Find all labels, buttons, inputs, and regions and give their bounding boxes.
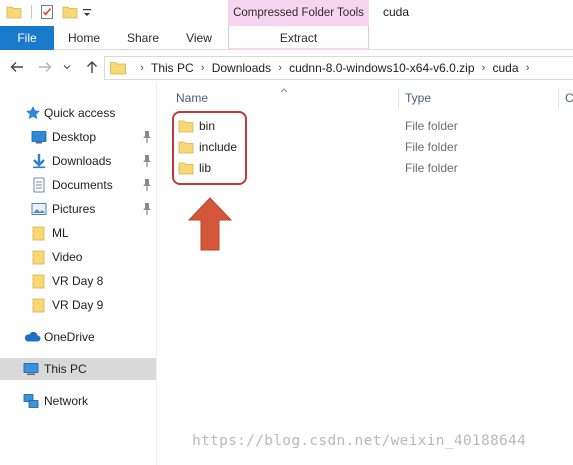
up-arrow-annotation-icon bbox=[187, 196, 233, 252]
window-title: cuda bbox=[383, 5, 410, 19]
download-arrow-icon bbox=[31, 153, 47, 169]
pictures-icon bbox=[31, 201, 47, 217]
nav-network[interactable]: Network bbox=[0, 390, 156, 412]
column-divider[interactable] bbox=[558, 87, 559, 109]
highlight-box bbox=[172, 111, 247, 185]
file-type: File folder bbox=[405, 140, 458, 154]
breadcrumb-chevron-icon[interactable]: › bbox=[133, 62, 151, 74]
breadcrumb-cuda[interactable]: cuda bbox=[493, 61, 519, 75]
nav-item-vr-day-8[interactable]: VR Day 8 bbox=[0, 270, 156, 292]
nav-label: Pictures bbox=[52, 202, 96, 216]
documents-icon bbox=[31, 177, 47, 193]
up-arrow-icon[interactable] bbox=[83, 58, 101, 76]
nav-label: Desktop bbox=[52, 130, 97, 144]
sort-ascending-icon bbox=[279, 83, 289, 93]
new-folder-icon[interactable] bbox=[62, 4, 78, 20]
tab-home[interactable]: Home bbox=[64, 26, 104, 50]
breadcrumb-chevron-icon[interactable]: › bbox=[194, 62, 212, 74]
nav-label: Documents bbox=[52, 178, 113, 192]
folder-icon bbox=[31, 273, 47, 289]
tab-extract[interactable]: Extract bbox=[228, 26, 369, 50]
nav-item-desktop[interactable]: Desktop bbox=[0, 126, 156, 148]
nav-label: Network bbox=[44, 394, 89, 408]
context-tab-group-label: Compressed Folder Tools bbox=[228, 0, 369, 26]
breadcrumb-zip[interactable]: cudnn-8.0-windows10-x64-v6.0.zip bbox=[289, 61, 474, 75]
nav-onedrive[interactable]: OneDrive bbox=[0, 326, 156, 348]
nav-label: Video bbox=[52, 250, 83, 264]
navigation-pane: Quick access Desktop Downloads Documents bbox=[0, 83, 157, 465]
star-icon bbox=[25, 105, 41, 121]
nav-label: Downloads bbox=[52, 154, 112, 168]
nav-label: VR Day 8 bbox=[52, 274, 104, 288]
desktop-icon bbox=[31, 129, 47, 145]
nav-label: ML bbox=[52, 226, 69, 240]
pin-icon[interactable] bbox=[141, 130, 153, 144]
breadcrumb-chevron-icon[interactable]: › bbox=[519, 62, 537, 74]
file-type: File folder bbox=[405, 119, 458, 133]
file-type: File folder bbox=[405, 161, 458, 175]
breadcrumb-chevron-icon[interactable]: › bbox=[271, 62, 289, 74]
watermark: https://blog.csdn.net/weixin_40188644 bbox=[192, 433, 527, 449]
nav-label: This PC bbox=[44, 362, 87, 376]
file-list-pane: Name Type C bin File folder include File… bbox=[158, 83, 573, 465]
pin-icon[interactable] bbox=[141, 154, 153, 168]
forward-arrow-icon[interactable] bbox=[36, 58, 54, 76]
computer-icon bbox=[23, 361, 39, 377]
nav-label: Quick access bbox=[44, 106, 116, 120]
tab-view[interactable]: View bbox=[180, 26, 218, 50]
folder-icon bbox=[31, 249, 47, 265]
properties-icon[interactable] bbox=[39, 4, 55, 20]
qat-dropdown-icon[interactable] bbox=[82, 4, 98, 20]
breadcrumb: › This PC › Downloads › cudnn-8.0-window… bbox=[133, 57, 537, 79]
breadcrumb-this-pc[interactable]: This PC bbox=[151, 61, 194, 75]
cloud-icon bbox=[23, 329, 41, 345]
nav-item-video[interactable]: Video bbox=[0, 246, 156, 268]
tab-share[interactable]: Share bbox=[122, 26, 164, 50]
pin-icon[interactable] bbox=[141, 202, 153, 216]
breadcrumb-downloads[interactable]: Downloads bbox=[212, 61, 271, 75]
network-icon bbox=[23, 393, 39, 409]
nav-label: VR Day 9 bbox=[52, 298, 104, 312]
address-bar[interactable]: › This PC › Downloads › cudnn-8.0-window… bbox=[104, 56, 573, 80]
tab-file[interactable]: File bbox=[0, 26, 54, 50]
address-row: › This PC › Downloads › cudnn-8.0-window… bbox=[0, 51, 573, 83]
ribbon-tab-bar: File Home Share View Extract bbox=[0, 26, 573, 50]
nav-this-pc[interactable]: This PC bbox=[0, 358, 156, 380]
folder-icon bbox=[31, 225, 47, 241]
column-header-extra[interactable]: C bbox=[565, 83, 573, 113]
qat-separator bbox=[31, 5, 32, 19]
folder-icon bbox=[31, 297, 47, 313]
title-bar: Compressed Folder Tools cuda bbox=[0, 0, 573, 26]
column-header-name[interactable]: Name bbox=[176, 83, 208, 113]
nav-item-ml[interactable]: ML bbox=[0, 222, 156, 244]
nav-item-downloads[interactable]: Downloads bbox=[0, 150, 156, 172]
nav-item-vr-day-9[interactable]: VR Day 9 bbox=[0, 294, 156, 316]
recent-locations-chevron-icon[interactable] bbox=[58, 58, 76, 76]
back-arrow-icon[interactable] bbox=[8, 58, 26, 76]
nav-item-pictures[interactable]: Pictures bbox=[0, 198, 156, 220]
folder-icon bbox=[6, 4, 22, 20]
breadcrumb-chevron-icon[interactable]: › bbox=[475, 62, 493, 74]
column-header-type[interactable]: Type bbox=[405, 83, 431, 113]
nav-quick-access[interactable]: Quick access bbox=[0, 102, 156, 124]
nav-label: OneDrive bbox=[44, 330, 95, 344]
column-divider[interactable] bbox=[398, 87, 399, 109]
folder-icon bbox=[110, 61, 126, 75]
nav-item-documents[interactable]: Documents bbox=[0, 174, 156, 196]
pin-icon[interactable] bbox=[141, 178, 153, 192]
